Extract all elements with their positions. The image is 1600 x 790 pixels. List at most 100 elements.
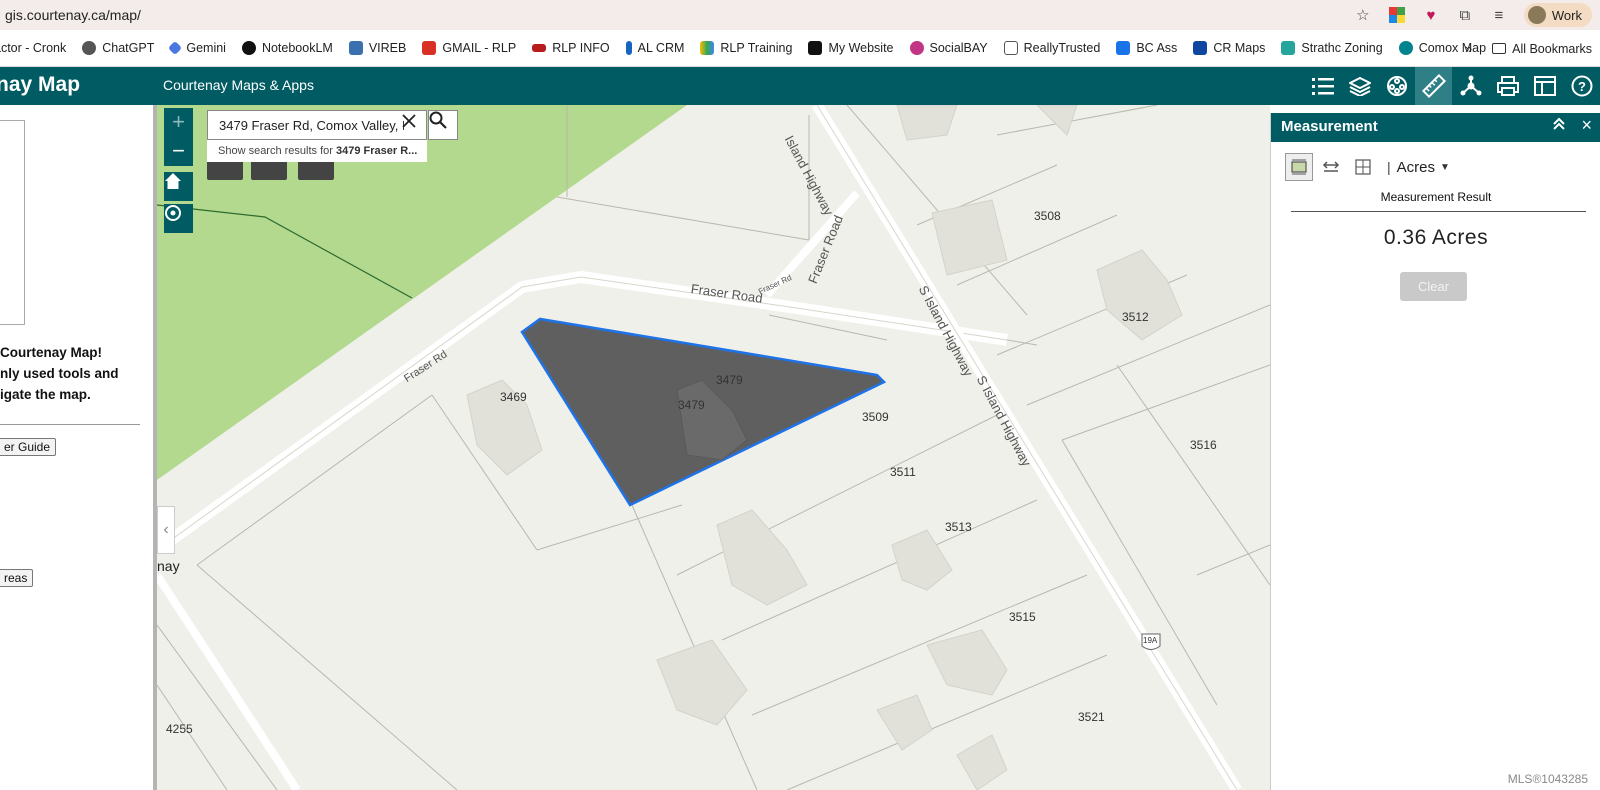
avatar bbox=[1527, 6, 1546, 24]
clear-search-button[interactable] bbox=[402, 114, 424, 136]
directions-button[interactable] bbox=[1452, 67, 1489, 105]
bookmark-item[interactable]: RLP Training bbox=[700, 41, 792, 55]
bookmark-item[interactable]: CR Maps bbox=[1193, 41, 1265, 55]
maps-apps-link[interactable]: Courtenay Maps & Apps bbox=[163, 77, 314, 93]
media-control-icon[interactable]: ≡ bbox=[1490, 6, 1508, 24]
chatgpt-icon bbox=[82, 41, 97, 55]
bookmark-item[interactable]: actor - Cronk bbox=[0, 41, 66, 55]
unit-dropdown[interactable]: Acres bbox=[1397, 159, 1435, 176]
lot-label: 3511 bbox=[890, 465, 916, 479]
gmail-icon bbox=[422, 41, 437, 55]
measurement-header: Measurement × bbox=[1271, 113, 1600, 142]
help-icon: ? bbox=[1571, 75, 1592, 97]
profile-button[interactable]: Work bbox=[1523, 3, 1592, 27]
locate-button[interactable] bbox=[164, 204, 193, 233]
map-toolbar: ? bbox=[1304, 67, 1600, 105]
legend-list-button[interactable] bbox=[1304, 67, 1341, 105]
bookmark-item[interactable]: NotebookLM bbox=[241, 41, 333, 55]
bookmark-item[interactable]: ReallyTrusted bbox=[1003, 41, 1100, 55]
more-bookmarks-button[interactable]: » bbox=[1465, 42, 1472, 56]
window-icon bbox=[1533, 76, 1556, 96]
bookmark-item[interactable]: GMAIL - RLP bbox=[422, 41, 516, 55]
app-title: nay Map bbox=[0, 73, 81, 96]
bookmark-item[interactable]: BC Ass bbox=[1116, 41, 1177, 55]
printer-icon bbox=[1496, 76, 1519, 96]
coordinates-icon bbox=[1355, 159, 1371, 175]
measurement-title: Measurement bbox=[1281, 118, 1378, 135]
home-icon bbox=[808, 41, 823, 55]
ruler-icon bbox=[1421, 74, 1446, 98]
app-header: nay Map Courtenay Maps & Apps ? bbox=[0, 67, 1600, 105]
bookmark-item[interactable]: VIREB bbox=[348, 41, 406, 55]
bookmark-item[interactable]: AL CRM bbox=[625, 41, 684, 55]
lot-label: 3479 bbox=[716, 373, 743, 387]
search-box[interactable]: 3479 Fraser Rd, Comox Valley, B bbox=[207, 110, 427, 140]
bookmark-item[interactable]: ChatGPT bbox=[82, 41, 154, 55]
vireb-icon bbox=[348, 41, 363, 55]
areas-button[interactable]: reas bbox=[0, 569, 34, 587]
bookmark-item[interactable]: RLP INFO bbox=[532, 41, 610, 55]
location-tool-button[interactable] bbox=[1349, 153, 1377, 181]
layers-icon bbox=[1348, 76, 1371, 96]
basemap-button[interactable] bbox=[1378, 67, 1415, 105]
distance-tool-button[interactable] bbox=[1317, 153, 1345, 181]
search-suggestion[interactable]: Show search results for 3479 Fraser R... bbox=[207, 140, 427, 162]
caret-down-icon[interactable]: ▼ bbox=[1440, 162, 1450, 173]
reallytrusted-icon bbox=[1003, 41, 1018, 55]
bookmark-item[interactable]: My Website bbox=[808, 41, 894, 55]
bookmark-star-icon[interactable]: ☆ bbox=[1354, 6, 1372, 24]
home-extent-button[interactable] bbox=[164, 172, 193, 201]
welcome-text: Courtenay Map! nly used tools and igate … bbox=[0, 345, 119, 402]
profile-label: Work bbox=[1551, 7, 1582, 23]
measurement-tools: | Acres ▼ bbox=[1285, 153, 1450, 181]
bookmark-item[interactable]: SocialBAY bbox=[909, 41, 988, 55]
extension-color-icon[interactable] bbox=[1388, 6, 1406, 24]
map-canvas bbox=[157, 105, 1270, 790]
measure-button[interactable] bbox=[1415, 67, 1452, 105]
all-bookmarks-button[interactable]: All Bookmarks bbox=[1492, 42, 1592, 56]
zoom-out-button[interactable]: − bbox=[164, 137, 193, 166]
comox-map-icon bbox=[1398, 41, 1413, 55]
clear-button[interactable]: Clear bbox=[1400, 272, 1467, 301]
bookmark-item[interactable]: Gemini bbox=[168, 40, 226, 56]
lot-label: 3516 bbox=[1190, 438, 1217, 452]
layers-button[interactable] bbox=[1341, 67, 1378, 105]
browser-address-bar: gis.courtenay.ca/map/ ☆ ♥ ⧉ ≡ Work bbox=[0, 0, 1600, 30]
measurement-result-label: Measurement Result bbox=[1380, 190, 1492, 204]
measurement-result-value: 0.36 Acres bbox=[1383, 226, 1489, 249]
window-button[interactable] bbox=[1526, 67, 1563, 105]
locate-icon bbox=[165, 205, 181, 221]
lot-label: 3513 bbox=[945, 520, 972, 534]
lot-label: 4255 bbox=[166, 722, 193, 736]
user-guide-button[interactable]: er Guide bbox=[0, 438, 57, 456]
divider-line bbox=[0, 424, 140, 425]
lot-label: 3512 bbox=[1122, 310, 1149, 324]
area-tool-button[interactable] bbox=[1285, 153, 1313, 181]
collapse-panel-button[interactable]: ‹ bbox=[157, 506, 175, 554]
url-field[interactable]: gis.courtenay.ca/map/ bbox=[5, 7, 141, 23]
area-icon bbox=[1291, 159, 1307, 175]
extension-heart-icon[interactable]: ♥ bbox=[1422, 6, 1440, 24]
close-icon bbox=[402, 114, 416, 128]
lot-label: 3479 bbox=[678, 398, 705, 412]
result-divider bbox=[1291, 211, 1586, 212]
bookmark-item[interactable]: Strathc Zoning bbox=[1281, 41, 1383, 55]
close-icon[interactable]: × bbox=[1581, 115, 1592, 136]
strathcona-icon bbox=[1281, 41, 1296, 55]
film-reel-icon bbox=[1386, 76, 1407, 96]
lot-label: 3469 bbox=[500, 390, 527, 404]
map-view[interactable]: 3508 3512 3516 3469 3479 3479 3509 3511 … bbox=[157, 105, 1270, 790]
highway-shield-label: 19A bbox=[1143, 636, 1158, 645]
zoom-in-button[interactable]: + bbox=[164, 108, 193, 137]
socialbay-icon bbox=[909, 41, 924, 55]
collapse-up-icon[interactable] bbox=[1552, 117, 1566, 135]
home-icon bbox=[165, 173, 181, 189]
print-button[interactable] bbox=[1489, 67, 1526, 105]
extensions-puzzle-icon[interactable]: ⧉ bbox=[1456, 6, 1474, 24]
help-button[interactable]: ? bbox=[1563, 67, 1600, 105]
search-button[interactable] bbox=[428, 110, 458, 140]
search-input[interactable]: 3479 Fraser Rd, Comox Valley, B bbox=[219, 118, 404, 133]
panel-frame bbox=[0, 120, 25, 325]
lot-label: 3521 bbox=[1078, 710, 1105, 724]
gemini-icon bbox=[168, 40, 183, 56]
